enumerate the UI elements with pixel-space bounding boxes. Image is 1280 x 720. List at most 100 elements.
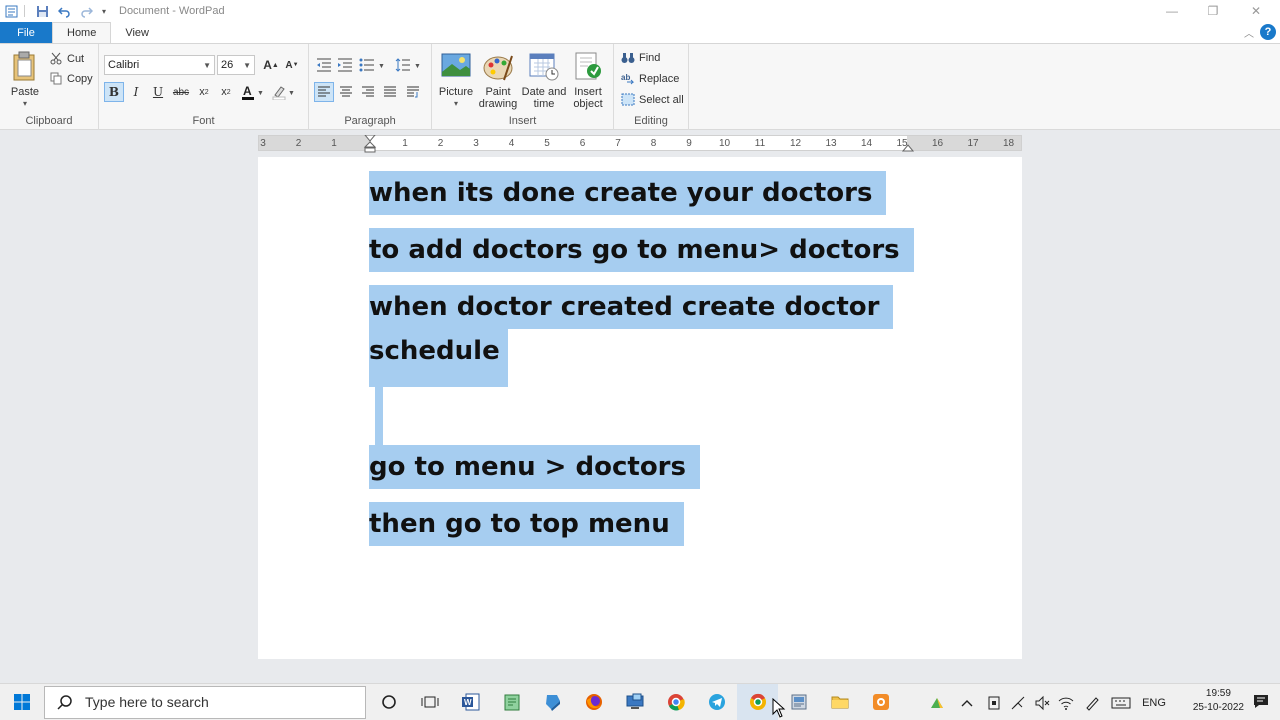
- insert-object-icon: [572, 50, 604, 82]
- strikethrough-icon[interactable]: abc: [171, 82, 191, 102]
- paint-drawing-button[interactable]: Paint drawing: [474, 50, 522, 110]
- subscript-icon[interactable]: x2: [194, 82, 214, 102]
- align-left-icon[interactable]: [314, 82, 334, 102]
- replace-button[interactable]: ab Replace: [621, 72, 679, 85]
- paste-icon: [9, 50, 41, 82]
- ruler-tick-label: 1: [402, 138, 408, 149]
- grow-font-icon[interactable]: A ▲: [261, 55, 281, 75]
- text-line[interactable]: when its done create your doctors: [369, 171, 887, 215]
- tab-home[interactable]: Home: [52, 22, 112, 43]
- firefox-icon[interactable]: [573, 684, 614, 720]
- ruler-tick-label: 15: [896, 138, 908, 149]
- document-page[interactable]: when its done create your doctors to add…: [258, 157, 1022, 659]
- restore-button[interactable]: ❐: [1191, 0, 1235, 22]
- file-manager-app-icon[interactable]: [532, 684, 573, 720]
- indent-marker-icon[interactable]: [363, 135, 377, 153]
- clock[interactable]: 19:59 25-10-2022: [1193, 687, 1244, 715]
- pen-icon[interactable]: [1078, 684, 1106, 720]
- collapse-ribbon-icon[interactable]: ︿: [1244, 25, 1254, 40]
- tab-view[interactable]: View: [111, 22, 163, 43]
- language-indicator[interactable]: ENG: [1136, 697, 1172, 709]
- network-alert-icon[interactable]: [1006, 684, 1030, 720]
- font-size-select[interactable]: 26 ▼: [217, 55, 255, 75]
- justify-icon[interactable]: [380, 82, 400, 102]
- recorder-app-icon[interactable]: [860, 684, 901, 720]
- insert-group: Picture ▾ Paint drawing Date and time In…: [432, 44, 614, 130]
- bold-icon[interactable]: B: [104, 82, 124, 102]
- font-group-label: Font: [192, 115, 215, 127]
- cortana-icon[interactable]: [368, 684, 409, 720]
- taskbar-search-box[interactable]: Type here to search: [44, 685, 366, 719]
- chrome-icon[interactable]: [655, 684, 696, 720]
- close-button[interactable]: ✕: [1234, 0, 1278, 22]
- redo-icon[interactable]: [79, 4, 93, 18]
- increase-indent-icon[interactable]: [335, 55, 355, 75]
- find-button[interactable]: Find: [621, 51, 660, 64]
- cloud-storage-icon[interactable]: [922, 684, 952, 720]
- ruler-tick-label: 3: [473, 138, 479, 149]
- decrease-indent-icon[interactable]: [314, 55, 334, 75]
- telegram-icon[interactable]: [696, 684, 737, 720]
- notifications-icon[interactable]: [1252, 692, 1270, 713]
- select-all-button[interactable]: Select all: [621, 93, 684, 106]
- remote-desktop-icon[interactable]: [614, 684, 655, 720]
- align-center-icon[interactable]: [336, 82, 356, 102]
- undo-icon[interactable]: [57, 4, 71, 18]
- paragraph-settings-icon[interactable]: [403, 82, 423, 102]
- picture-dropdown-icon: ▾: [453, 99, 458, 108]
- italic-icon[interactable]: I: [126, 82, 146, 102]
- ruler-tick-label: 17: [967, 138, 979, 149]
- text-line[interactable]: go to menu > doctors: [369, 445, 700, 489]
- help-icon[interactable]: ?: [1260, 24, 1276, 40]
- bullets-icon[interactable]: ▼: [358, 55, 388, 75]
- keyboard-icon[interactable]: [1106, 684, 1136, 720]
- copy-button[interactable]: Copy: [50, 72, 93, 85]
- chevron-down-icon: ▼: [203, 61, 211, 70]
- ruler-tick-label: 13: [825, 138, 837, 149]
- chevron-up-icon[interactable]: [952, 684, 982, 720]
- svg-text:▼: ▼: [288, 90, 295, 97]
- replace-icon: ab: [621, 72, 635, 85]
- customize-quick-access-icon[interactable]: ▾: [97, 4, 111, 18]
- replace-label: Replace: [639, 72, 680, 85]
- text-line[interactable]: to add doctors go to menu> doctors: [369, 228, 914, 272]
- shrink-font-icon[interactable]: A ▼: [282, 55, 302, 75]
- picture-button[interactable]: Picture ▾: [432, 50, 480, 110]
- superscript-icon[interactable]: x2: [216, 82, 236, 102]
- line-spacing-icon[interactable]: ▼: [394, 55, 424, 75]
- search-placeholder: Type here to search: [85, 694, 209, 710]
- date-time-button[interactable]: Date and time: [519, 50, 569, 110]
- word-app-icon[interactable]: W: [450, 684, 491, 720]
- ruler-tick-label: 1: [331, 138, 337, 149]
- text-line[interactable]: schedule: [369, 329, 508, 387]
- start-button[interactable]: [0, 684, 44, 720]
- paste-button[interactable]: Paste ▾: [0, 50, 50, 110]
- explorer-icon[interactable]: [819, 684, 860, 720]
- minimize-button[interactable]: —: [1150, 0, 1194, 22]
- horizontal-ruler[interactable]: 3 2 1 1 2 3 4 5 6 7 8 9 10 11 12 13 14 15 16 17 18: [258, 135, 1022, 153]
- font-family-select[interactable]: Calibri ▼: [104, 55, 215, 75]
- ruler-tick-label: 4: [508, 138, 515, 149]
- tab-file[interactable]: File: [0, 22, 52, 43]
- insert-object-button[interactable]: Insert object: [564, 50, 612, 110]
- wifi-icon[interactable]: [1054, 684, 1078, 720]
- save-icon[interactable]: [35, 4, 49, 18]
- device-icon[interactable]: [982, 684, 1006, 720]
- paint-label-line1: Paint: [485, 86, 511, 98]
- text-color-icon[interactable]: A ▼: [240, 82, 266, 102]
- document-area[interactable]: when its done create your doctors to add…: [0, 153, 1280, 659]
- wordpad-app-icon[interactable]: [4, 4, 18, 18]
- text-line[interactable]: then go to top menu: [369, 502, 684, 546]
- underline-icon[interactable]: U: [148, 82, 168, 102]
- text-line[interactable]: when doctor created create doctor: [369, 285, 894, 329]
- task-view-icon[interactable]: [409, 684, 450, 720]
- notepad-app-icon[interactable]: [491, 684, 532, 720]
- ruler-tick-label: 2: [437, 138, 444, 149]
- align-right-icon[interactable]: [358, 82, 378, 102]
- highlight-color-icon[interactable]: ▼: [271, 82, 297, 102]
- volume-muted-icon[interactable]: [1030, 684, 1054, 720]
- date-label-line2: time: [533, 98, 555, 110]
- ribbon: Paste ▾ Cut Copy Clipboard Calibri ▼ 26 …: [0, 43, 1280, 130]
- clock-date: 25-10-2022: [1192, 702, 1244, 713]
- cut-button[interactable]: Cut: [50, 52, 84, 65]
